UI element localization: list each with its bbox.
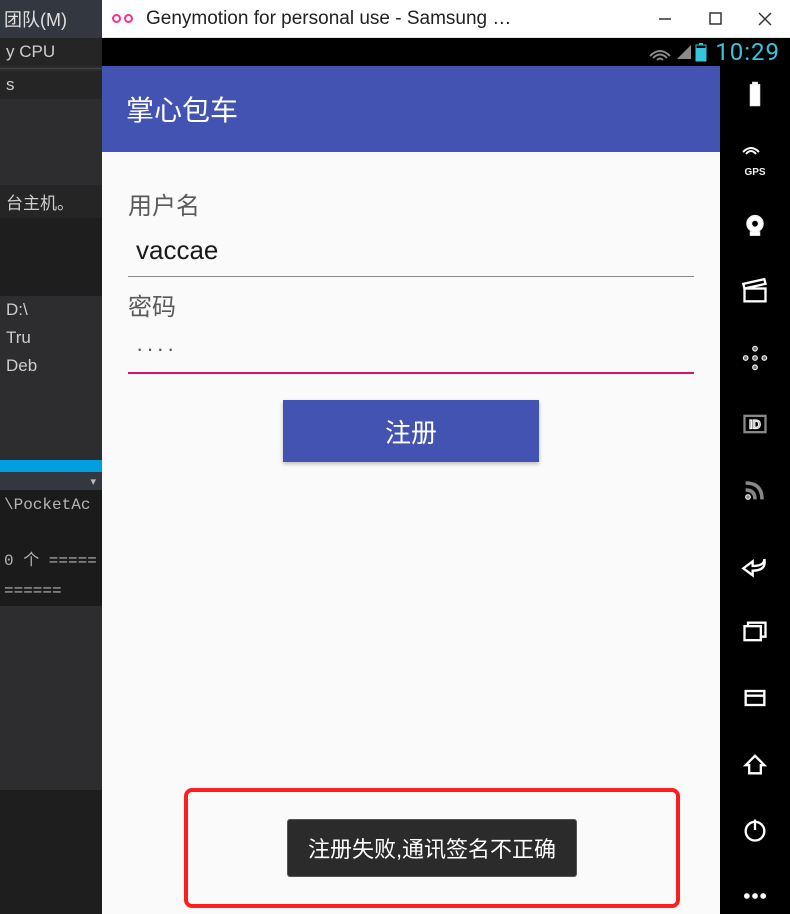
app-screen: 掌心包车 用户名 密码 注册 注册失败,通讯签名不正确: [102, 66, 720, 914]
maximize-icon: [709, 12, 722, 25]
window-titlebar: Genymotion for personal use - Samsung …: [102, 0, 790, 38]
battery-icon: [695, 42, 707, 62]
dropdown-chevron-icon[interactable]: ▾: [90, 475, 96, 488]
geny-id-button[interactable]: ID: [737, 406, 773, 442]
geny-more-button[interactable]: [737, 878, 773, 914]
ide-menu-team[interactable]: 团队(M): [0, 0, 102, 38]
minimize-icon: [658, 12, 672, 26]
ide-cyan-bar: [0, 460, 102, 472]
ide-output-equals: ======: [0, 576, 102, 606]
username-label: 用户名: [128, 186, 694, 221]
webcam-icon: [741, 212, 769, 240]
menu-icon: [741, 684, 769, 712]
ide-true-line: Tru: [0, 324, 102, 352]
ide-cpu-line: y CPU: [0, 38, 102, 66]
window-maximize-button[interactable]: [690, 0, 740, 38]
power-icon: [741, 816, 769, 844]
geny-capture-button[interactable]: [737, 274, 773, 310]
svg-text:ID: ID: [749, 419, 761, 432]
geny-remote-button[interactable]: [737, 340, 773, 376]
geny-gps-button[interactable]: GPS: [737, 142, 773, 178]
battery-icon: [741, 80, 769, 108]
window-title: Genymotion for personal use - Samsung …: [146, 8, 640, 30]
app-bar: 掌心包车: [102, 66, 720, 152]
geny-power-button[interactable]: [737, 812, 773, 848]
android-recents-button[interactable]: [737, 614, 773, 650]
close-icon: [758, 12, 772, 26]
geny-battery-button[interactable]: [737, 76, 773, 112]
android-back-button[interactable]: [737, 548, 773, 584]
genymotion-window: Genymotion for personal use - Samsung … …: [102, 0, 790, 790]
android-status-bar: 10:29: [102, 38, 790, 66]
id-icon: ID: [741, 410, 769, 438]
username-input[interactable]: [128, 235, 694, 277]
status-clock: 10:29: [715, 38, 780, 66]
geny-camera-button[interactable]: [737, 208, 773, 244]
ide-deb-line: Deb: [0, 352, 102, 380]
recents-icon: [741, 618, 769, 646]
back-icon: [741, 552, 769, 580]
ide-output-pocket: \PocketAc: [0, 490, 102, 520]
window-close-button[interactable]: [740, 0, 790, 38]
ide-background: 团队(M) y CPU s 台主机。 D:\ Tru Deb ▾ \Pocket…: [0, 0, 102, 790]
signal-icon: [675, 43, 693, 61]
ide-output-count: 0 个 =====: [0, 540, 102, 576]
window-minimize-button[interactable]: [640, 0, 690, 38]
geny-network-button[interactable]: [737, 472, 773, 508]
password-input[interactable]: [128, 336, 694, 374]
password-label: 密码: [128, 287, 694, 322]
register-button[interactable]: 注册: [283, 400, 539, 462]
android-menu-button[interactable]: [737, 680, 773, 716]
genymotion-logo-icon: [112, 12, 138, 26]
genymotion-toolbar: GPS ID: [720, 66, 790, 914]
gps-icon: [741, 142, 769, 167]
wifi-icon: [647, 42, 673, 62]
more-icon: [741, 882, 769, 910]
rss-icon: [741, 476, 769, 504]
android-home-button[interactable]: [737, 746, 773, 782]
dpad-icon: [741, 344, 769, 372]
ide-path-d: D:\: [0, 296, 102, 324]
ide-host-note: 台主机。: [0, 185, 102, 218]
clapper-icon: [741, 278, 769, 306]
ide-s-line: s: [0, 71, 102, 99]
app-title: 掌心包车: [126, 89, 238, 129]
home-icon: [741, 750, 769, 778]
toast-message: 注册失败,通讯签名不正确: [287, 819, 577, 877]
toast-highlight-box: 注册失败,通讯签名不正确: [184, 788, 680, 908]
